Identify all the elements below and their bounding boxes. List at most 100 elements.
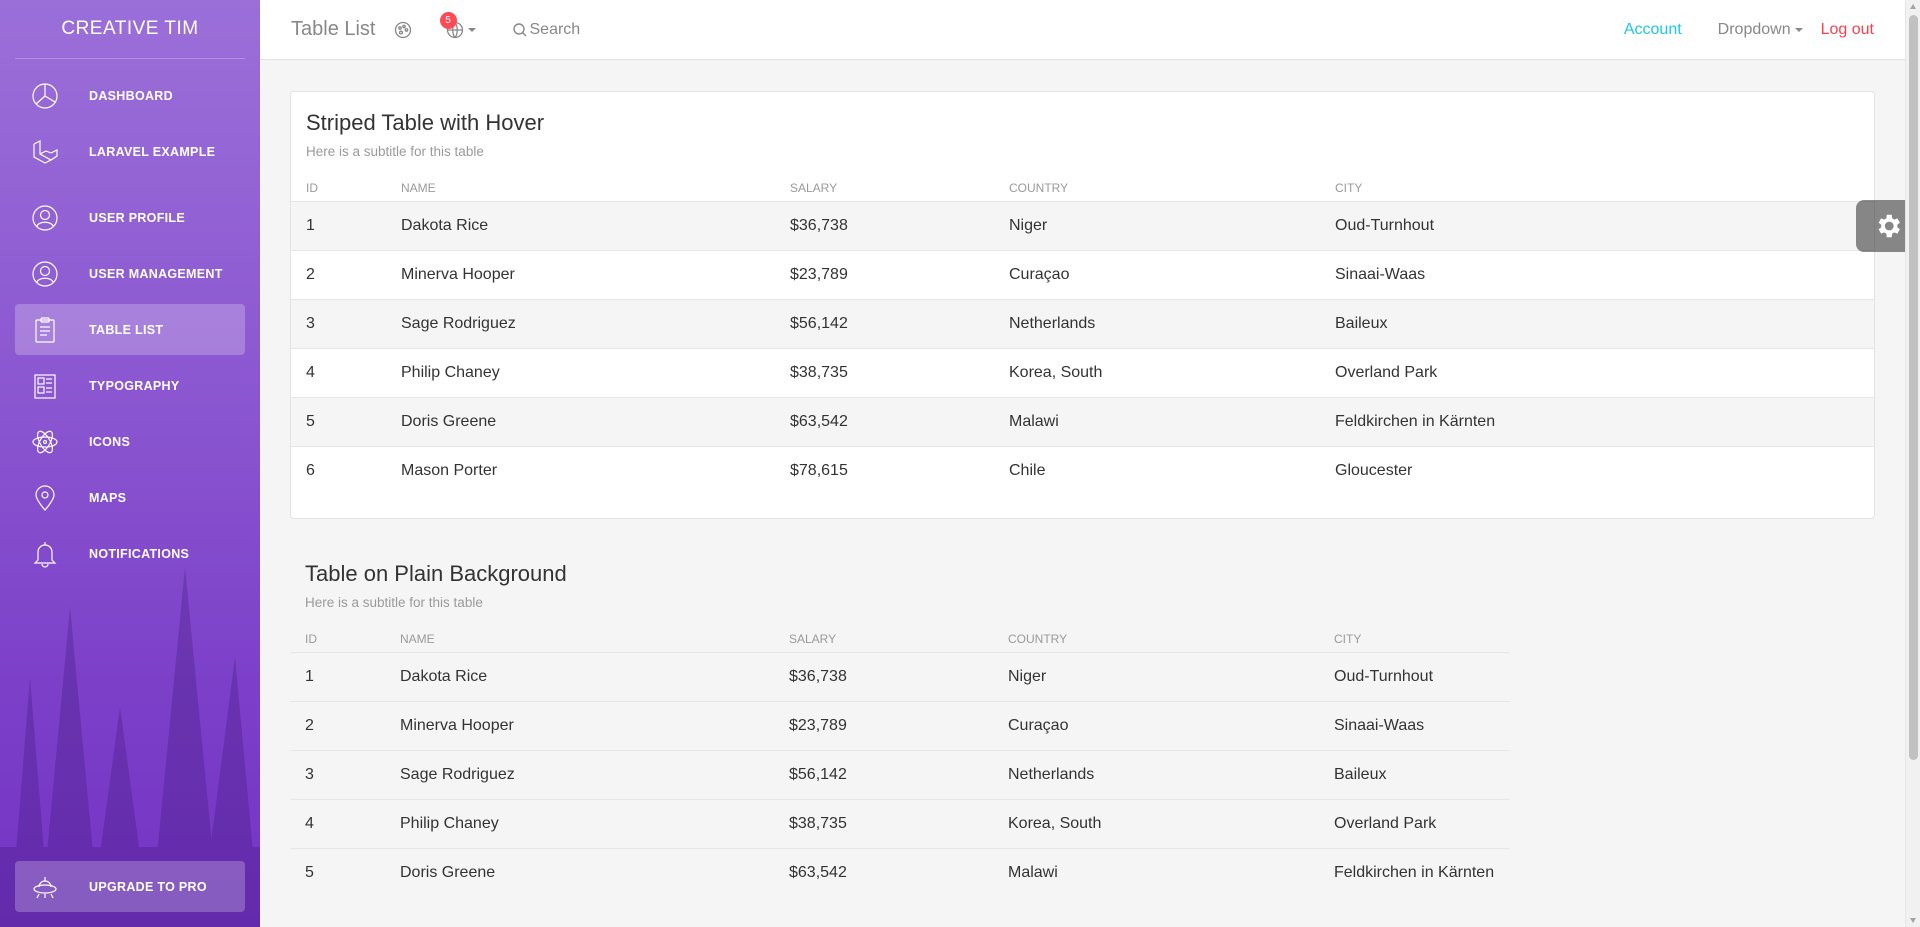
sidebar-item-label: ICONS xyxy=(89,434,131,449)
page-title[interactable]: Table List xyxy=(291,18,376,41)
cell-name: Minerva Hooper xyxy=(385,700,774,750)
dropdown-label: Dropdown xyxy=(1717,20,1791,38)
table-row[interactable]: 1 Dakota Rice $36,738 Niger Oud-Turnhout xyxy=(290,651,1510,701)
cell-city: Overland Park xyxy=(1319,798,1510,848)
column-header-city: CITY xyxy=(1334,631,1362,646)
cell-id: 4 xyxy=(290,798,385,848)
table-row[interactable]: 3 Sage Rodriguez $56,142 Netherlands Bai… xyxy=(290,749,1510,799)
atom-icon xyxy=(30,427,60,457)
cell-salary: $36,738 xyxy=(775,201,994,251)
caret-down-icon xyxy=(467,27,476,32)
sidebar-item-maps[interactable]: MAPS xyxy=(15,472,245,523)
cell-name: Minerva Hooper xyxy=(386,250,775,300)
cell-salary: $63,542 xyxy=(774,847,993,897)
cell-salary: $23,789 xyxy=(774,700,993,750)
column-header-country: COUNTRY xyxy=(1008,631,1068,646)
cell-salary: $23,789 xyxy=(775,250,994,300)
sidebar-item-table-list[interactable]: TABLE LIST xyxy=(15,304,245,355)
cell-country: Chile xyxy=(994,446,1320,496)
table-row[interactable]: 2 Minerva Hooper $23,789 Curaçao Sinaai-… xyxy=(290,700,1510,750)
table-row[interactable]: 1 Dakota Rice $36,738 Niger Oud-Turnhout xyxy=(291,201,1874,251)
scroll-down-icon[interactable] xyxy=(1910,918,1916,923)
cell-name: Dakota Rice xyxy=(385,651,774,701)
table-row[interactable]: 3 Sage Rodriguez $56,142 Netherlands Bai… xyxy=(291,299,1874,349)
column-header-id: ID xyxy=(305,631,317,646)
sidebar-item-laravel-example[interactable]: LARAVEL EXAMPLE xyxy=(15,126,245,177)
logout-link[interactable]: Log out xyxy=(1821,21,1874,39)
card-subtitle: Here is a subtitle for this table xyxy=(305,594,483,610)
table-row[interactable]: 5 Doris Greene $63,542 Malawi Feldkirche… xyxy=(291,397,1874,447)
account-link[interactable]: Account xyxy=(1624,21,1682,39)
sidebar-item-user-management[interactable]: USER MANAGEMENT xyxy=(15,248,245,299)
cell-country: Niger xyxy=(994,201,1320,251)
scroll-up-icon[interactable] xyxy=(1910,4,1916,9)
user-circle-icon xyxy=(30,203,60,233)
sidebar-item-icons[interactable]: ICONS xyxy=(15,416,245,467)
column-header-country: COUNTRY xyxy=(1009,181,1069,195)
cell-city: Oud-Turnhout xyxy=(1319,651,1510,701)
cell-salary: $56,142 xyxy=(774,749,993,799)
sidebar-item-label: DASHBOARD xyxy=(89,88,173,103)
table-row[interactable]: 5 Doris Greene $63,542 Malawi Feldkirche… xyxy=(290,847,1510,897)
cell-salary: $78,615 xyxy=(775,446,994,496)
column-header-salary: SALARY xyxy=(789,631,837,646)
caret-down-icon xyxy=(1794,27,1803,32)
cell-city: Gloucester xyxy=(1320,446,1874,496)
cell-salary: $38,735 xyxy=(775,348,994,398)
cell-name: Mason Porter xyxy=(386,446,775,496)
column-header-id: ID xyxy=(306,181,318,195)
column-header-name: NAME xyxy=(400,631,435,646)
sidebar-item-label: LARAVEL EXAMPLE xyxy=(89,144,216,159)
striped-table: ID NAME SALARY COUNTRY CITY 1 Dakota Ric… xyxy=(291,181,1874,496)
cell-city: Feldkirchen in Kärnten xyxy=(1320,397,1874,447)
dashboard-palette-button[interactable] xyxy=(394,20,414,40)
cell-salary: $38,735 xyxy=(774,798,993,848)
dropdown-menu-toggle[interactable]: Dropdown xyxy=(1718,21,1803,39)
top-navbar: Table List 5 Account Dropdown Log out xyxy=(260,0,1905,60)
search-input[interactable] xyxy=(529,20,730,39)
paper-icon xyxy=(30,371,60,401)
table-row[interactable]: 6 Mason Porter $78,615 Chile Gloucester xyxy=(291,446,1874,496)
table-row[interactable]: 2 Minerva Hooper $23,789 Curaçao Sinaai-… xyxy=(291,250,1874,300)
cell-name: Doris Greene xyxy=(385,847,774,897)
cell-country: Netherlands xyxy=(994,299,1320,349)
cell-salary: $63,542 xyxy=(775,397,994,447)
clipboard-icon xyxy=(30,315,60,345)
sidebar-item-user-profile[interactable]: USER PROFILE xyxy=(15,192,245,243)
sidebar-item-label: TABLE LIST xyxy=(89,322,164,337)
sidebar-item-typography[interactable]: TYPOGRAPHY xyxy=(15,360,245,411)
page-scrollbar[interactable] xyxy=(1905,0,1920,927)
scrollbar-thumb[interactable] xyxy=(1909,15,1918,760)
cell-id: 3 xyxy=(290,749,385,799)
sidebar: CREATIVE TIM DASHBOARD LARAVEL EXAMPLE U… xyxy=(0,0,260,927)
card-subtitle: Here is a subtitle for this table xyxy=(306,144,484,159)
cell-country: Malawi xyxy=(994,397,1320,447)
cell-city: Overland Park xyxy=(1320,348,1874,398)
sidebar-item-dashboard[interactable]: DASHBOARD xyxy=(15,70,245,121)
striped-table-card: Striped Table with Hover Here is a subti… xyxy=(290,91,1875,519)
notifications-dropdown[interactable]: 5 xyxy=(439,11,476,39)
cell-id: 6 xyxy=(291,446,386,496)
plain-table: ID NAME SALARY COUNTRY CITY 1 Dakota Ric… xyxy=(290,631,1510,897)
table-row[interactable]: 4 Philip Chaney $38,735 Korea, South Ove… xyxy=(291,348,1874,398)
sidebar-item-notifications[interactable]: NOTIFICATIONS xyxy=(15,528,245,579)
cell-country: Netherlands xyxy=(993,749,1319,799)
upgrade-to-pro-button[interactable]: UPGRADE TO PRO xyxy=(15,861,245,912)
sidebar-item-label: TYPOGRAPHY xyxy=(89,378,180,393)
cell-country: Korea, South xyxy=(994,348,1320,398)
cell-city: Baileux xyxy=(1320,299,1874,349)
laravel-icon xyxy=(30,137,60,167)
sidebar-item-label: NOTIFICATIONS xyxy=(89,546,190,561)
cell-country: Curaçao xyxy=(994,250,1320,300)
card-title: Striped Table with Hover xyxy=(306,110,545,135)
cell-name: Philip Chaney xyxy=(386,348,775,398)
table-row[interactable]: 4 Philip Chaney $38,735 Korea, South Ove… xyxy=(290,798,1510,848)
cell-country: Curaçao xyxy=(993,700,1319,750)
cell-city: Baileux xyxy=(1319,749,1510,799)
cell-id: 4 xyxy=(291,348,386,398)
search-icon xyxy=(512,22,526,36)
cell-id: 2 xyxy=(290,700,385,750)
cell-salary: $36,738 xyxy=(774,651,993,701)
sidebar-brand[interactable]: CREATIVE TIM xyxy=(15,0,245,59)
bell-icon xyxy=(30,539,60,569)
